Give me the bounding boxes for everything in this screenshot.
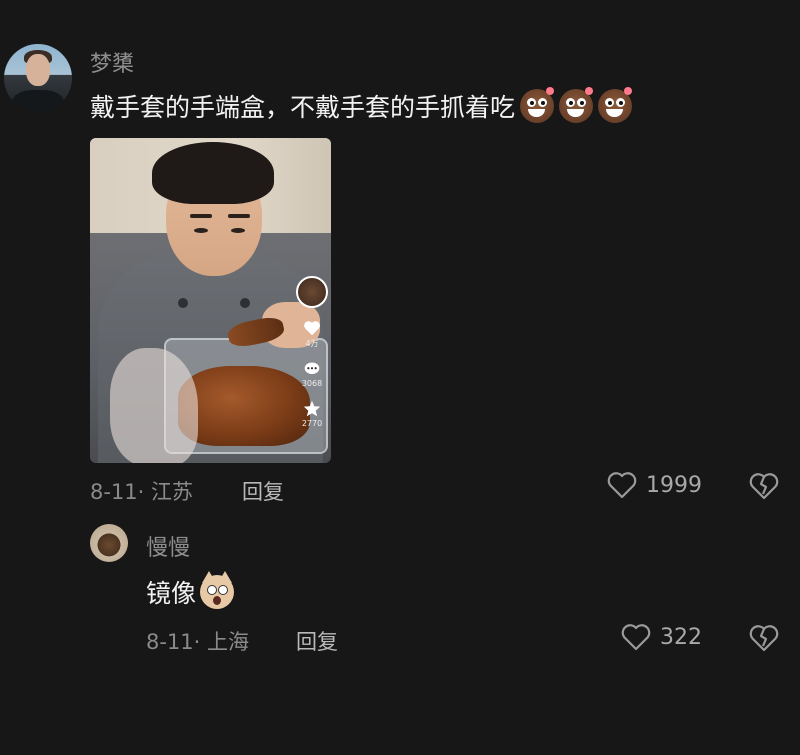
video-thumbnail[interactable]: 4万 3068 2770 — [90, 138, 331, 463]
shocked-cat-emoji-icon — [200, 571, 235, 609]
reply-location: 上海 — [207, 630, 250, 654]
comment-text-body: 戴手套的手端盒，不戴手套的手抓着吃 — [90, 93, 516, 122]
video-favorite-stat: 2770 — [302, 400, 322, 428]
comment-meta: 8-11· 江苏 — [90, 480, 194, 504]
reply-text: 镜像 — [146, 571, 235, 610]
reply-username[interactable]: 慢慢 — [146, 530, 190, 562]
reply-text-body: 镜像 — [146, 579, 197, 608]
video-comment-stat: 3068 — [302, 361, 322, 388]
comment-location: 江苏 — [151, 480, 194, 504]
reply-reply-button[interactable]: 回复 — [296, 626, 338, 656]
reply-meta: 8-11· 上海 — [146, 630, 250, 654]
video-like-stat: 4万 — [303, 320, 321, 349]
heart-outline-icon — [606, 470, 638, 500]
commenter-avatar[interactable] — [4, 44, 72, 112]
star-icon — [303, 400, 321, 419]
commenter-username[interactable]: 梦橥 — [90, 46, 134, 78]
video-sidebar: 4万 3068 2770 — [296, 276, 328, 428]
comment-like-button[interactable]: 1999 — [606, 470, 702, 500]
comment-date: 8-11 — [90, 480, 138, 504]
comment-reply-button[interactable]: 回复 — [242, 476, 284, 506]
comment-like-count: 1999 — [646, 472, 702, 498]
broken-heart-icon[interactable] — [748, 471, 780, 501]
laughing-bear-emoji-icon — [598, 87, 633, 123]
comment-text: 戴手套的手端盒，不戴手套的手抓着吃 — [90, 87, 633, 124]
heart-icon — [303, 320, 321, 338]
reply-date: 8-11 — [146, 630, 194, 654]
video-author-avatar — [296, 276, 328, 308]
comment-bubble-icon — [303, 361, 321, 379]
reply-avatar[interactable] — [90, 524, 128, 562]
laughing-bear-emoji-icon — [559, 87, 594, 123]
heart-outline-icon — [620, 622, 652, 652]
laughing-bear-emoji-icon — [520, 87, 555, 123]
broken-heart-icon[interactable] — [748, 623, 780, 653]
reply-like-button[interactable]: 322 — [620, 622, 702, 652]
reply-like-count: 322 — [660, 624, 702, 650]
